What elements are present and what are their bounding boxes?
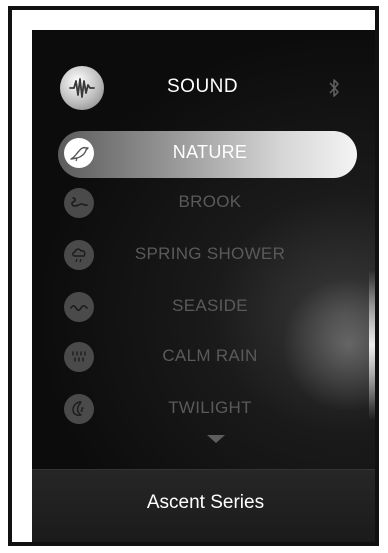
list-item-label: NATURE: [172, 142, 248, 162]
list-item-label: BROOK: [178, 192, 242, 211]
list-item-seaside[interactable]: SEASIDE: [32, 284, 375, 332]
cloud-rain-icon: [64, 240, 94, 270]
screen: SOUND NATURE BROOK SPRING SHOWER SEASIDE…: [32, 30, 375, 542]
bluetooth-icon: [327, 78, 341, 98]
brook-icon: [64, 188, 94, 218]
page-title: SOUND: [167, 76, 239, 97]
list-item-label: SEASIDE: [172, 296, 248, 315]
list-item-calm-rain[interactable]: CALM RAIN: [32, 334, 375, 382]
list-item-brook[interactable]: BROOK: [32, 180, 375, 228]
bird-icon: [64, 138, 94, 168]
footer: Ascent Series: [32, 469, 375, 542]
list-item-nature[interactable]: NATURE: [32, 130, 375, 178]
list-item-label: TWILIGHT: [168, 398, 252, 417]
device-frame: SOUND NATURE BROOK SPRING SHOWER SEASIDE…: [8, 6, 379, 546]
list-item-spring-shower[interactable]: SPRING SHOWER: [32, 232, 375, 280]
list-item-twilight[interactable]: TWILIGHT: [32, 386, 375, 434]
list-item-label: SPRING SHOWER: [134, 244, 286, 263]
footer-label: Ascent Series: [146, 492, 265, 513]
waves-icon: [64, 292, 94, 322]
rain-drops-icon: [64, 342, 94, 372]
list-item-label: CALM RAIN: [162, 346, 258, 365]
chevron-down-icon[interactable]: [207, 435, 225, 443]
sound-wave-icon[interactable]: [60, 66, 104, 110]
moon-icon: [64, 394, 94, 424]
header: SOUND: [32, 66, 375, 116]
